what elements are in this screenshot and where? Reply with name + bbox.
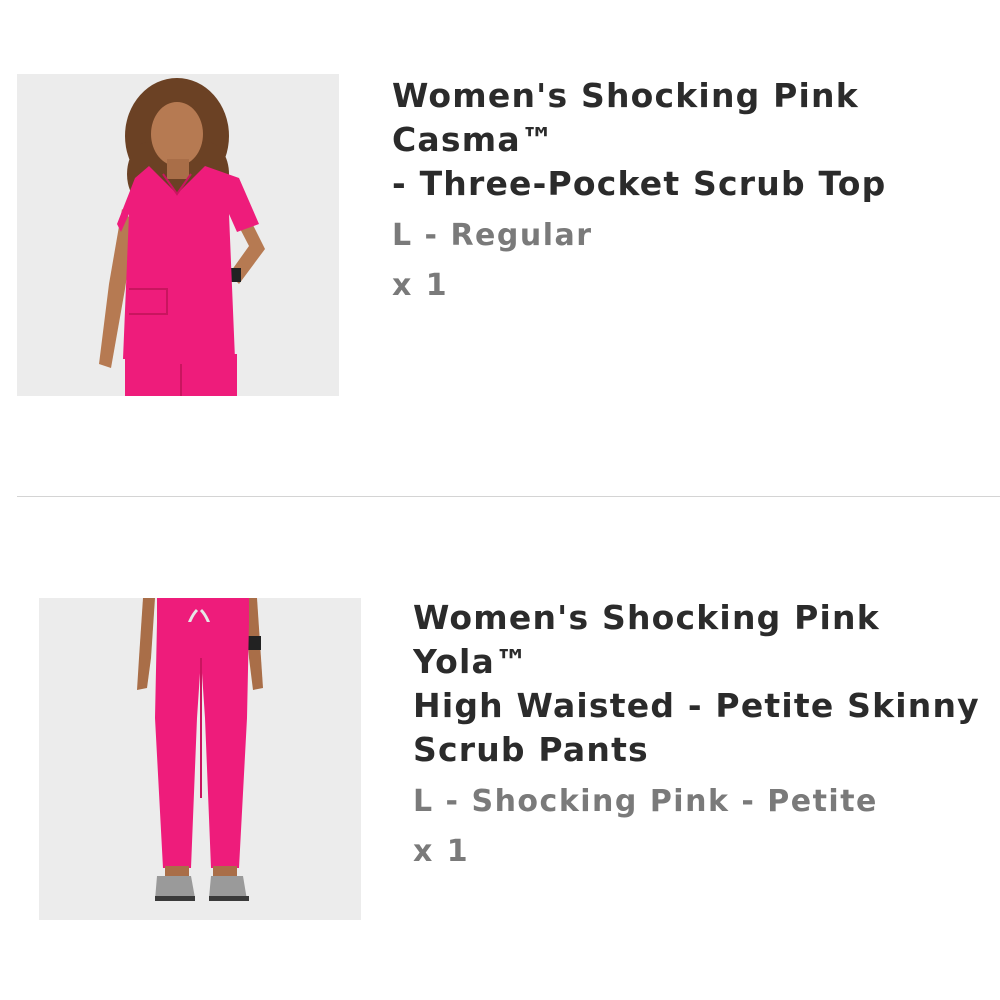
item-divider bbox=[17, 496, 1000, 497]
scrub-top-photo bbox=[17, 74, 339, 396]
product-title[interactable]: Women's Shocking Pink Yola™ High Waisted… bbox=[413, 596, 1000, 772]
product-title[interactable]: Women's Shocking Pink Casma™ - Three-Poc… bbox=[392, 74, 1000, 206]
product-image-scrub-top[interactable] bbox=[17, 74, 339, 396]
scrub-pants-photo bbox=[39, 598, 361, 920]
item-details: Women's Shocking Pink Casma™ - Three-Poc… bbox=[392, 74, 1000, 306]
product-quantity: x 1 bbox=[392, 268, 449, 303]
product-variant: L - Regular bbox=[392, 218, 593, 253]
product-variant: L - Shocking Pink - Petite bbox=[413, 784, 878, 819]
cart-item: Women's Shocking Pink Yola™ High Waisted… bbox=[0, 498, 1000, 1000]
item-details: Women's Shocking Pink Yola™ High Waisted… bbox=[413, 596, 1000, 872]
product-image-scrub-pants[interactable] bbox=[39, 598, 361, 920]
cart-item: Women's Shocking Pink Casma™ - Three-Poc… bbox=[0, 0, 1000, 497]
product-quantity: x 1 bbox=[413, 834, 470, 869]
